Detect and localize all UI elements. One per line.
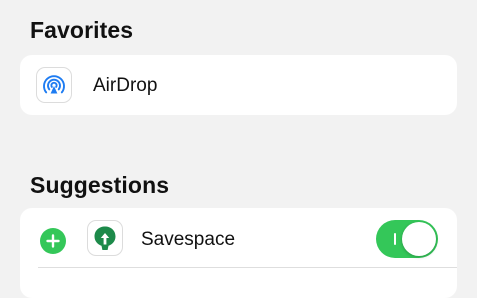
favorites-section-title: Favorites [30,17,134,43]
savespace-label: Savespace [141,229,236,250]
toggle-on-indicator [394,233,396,245]
toggle-knob [402,222,436,256]
favorites-item-airdrop[interactable]: AirDrop [20,55,457,115]
plus-icon [46,234,60,248]
airdrop-app-icon [37,68,71,102]
suggestions-card: Savespace [20,208,457,298]
airdrop-icon [43,75,65,94]
favorites-card: AirDrop [20,55,457,115]
savespace-toggle[interactable] [376,220,438,258]
airdrop-label: AirDrop [93,75,158,96]
suggestions-section-title: Suggestions [30,172,170,198]
add-suggestion-button[interactable] [40,228,66,254]
savespace-icon [94,226,116,250]
savespace-app-icon [88,221,122,255]
row-divider [38,267,457,268]
